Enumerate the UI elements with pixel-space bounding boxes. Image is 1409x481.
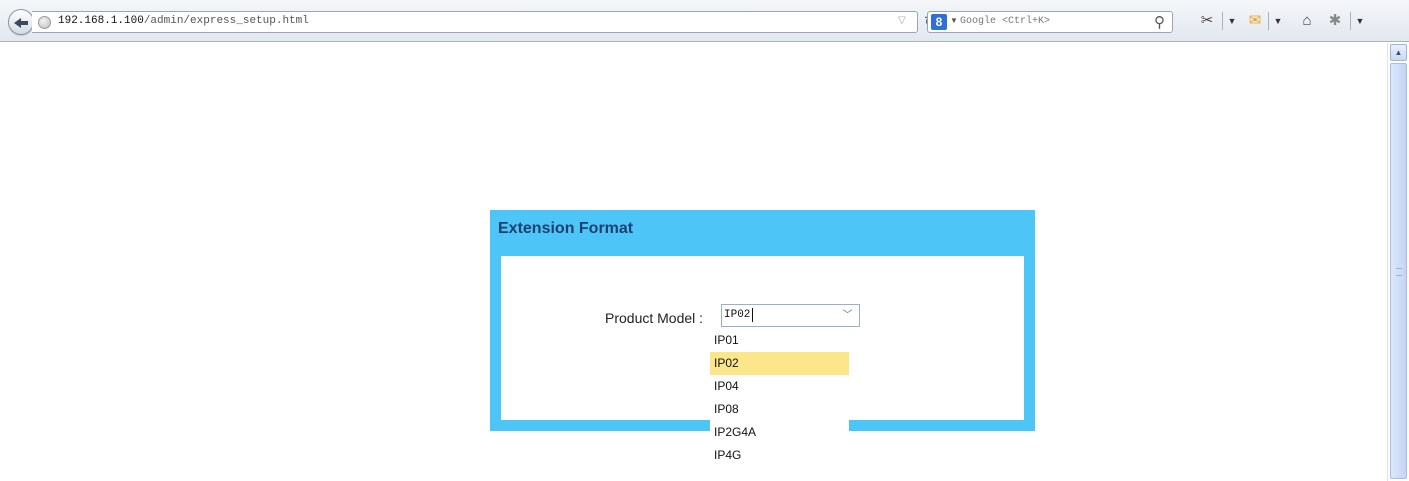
mail-icon[interactable]: ✉ — [1244, 11, 1266, 31]
url-path: /admin/express_setup.html — [143, 15, 309, 27]
dropdown-option[interactable]: IP01 — [710, 329, 849, 352]
screenshot-icon[interactable]: ✂ — [1197, 11, 1217, 31]
search-placeholder: Google <Ctrl+K> — [960, 16, 1051, 27]
google-icon[interactable]: 8 — [931, 14, 947, 30]
scroll-grip — [1396, 268, 1402, 276]
addon-icon[interactable]: ✱ — [1324, 11, 1346, 31]
search-bar[interactable]: 8 ▼ Google <Ctrl+K> ⚲ — [927, 11, 1173, 33]
panel-title: Extension Format — [498, 220, 634, 237]
url-host: 192.168.1.100 — [58, 15, 144, 27]
toolbar-separator — [1350, 12, 1351, 30]
product-model-label: Product Model : — [605, 310, 704, 326]
text-caret — [752, 308, 753, 322]
dropmark-icon[interactable]: ▽ — [898, 15, 906, 26]
home-icon[interactable]: ⌂ — [1296, 11, 1318, 31]
toolbar-separator — [1222, 12, 1223, 30]
vertical-scrollbar[interactable]: ▲ — [1387, 43, 1409, 481]
select-arrow-icon[interactable]: ﹀ — [839, 307, 856, 324]
dropdown-option-highlighted[interactable]: IP02 — [710, 352, 849, 375]
magnifier-icon[interactable]: ⚲ — [1154, 13, 1165, 31]
globe-icon — [38, 16, 51, 29]
address-bar[interactable]: 192.168.1.100/admin/express_setup.html ▽… — [32, 11, 937, 33]
product-model-value: IP02 — [724, 309, 751, 321]
scroll-up-icon[interactable]: ▲ — [1390, 44, 1407, 61]
toolbar-separator — [1268, 12, 1269, 30]
dropdown-option[interactable]: IP4G — [710, 444, 849, 467]
browser-toolbar: 192.168.1.100/admin/express_setup.html ▽… — [0, 0, 1409, 42]
address-text: 192.168.1.100/admin/express_setup.html — [58, 15, 309, 27]
dropdown-option[interactable]: IP2G4A — [710, 421, 849, 444]
search-engine-dropdown-icon[interactable]: ▼ — [950, 16, 958, 25]
scroll-thumb[interactable] — [1390, 63, 1407, 479]
menu-dropdown-icon[interactable]: ▼ — [1355, 11, 1365, 31]
dropdown-option[interactable]: IP08 — [710, 398, 849, 421]
mail-dropdown-icon[interactable]: ▼ — [1273, 11, 1283, 31]
product-model-dropdown[interactable]: IP01 IP02 IP04 IP08 IP2G4A IP4G — [710, 329, 849, 469]
back-button[interactable] — [8, 9, 34, 35]
screenshot-dropdown-icon[interactable]: ▼ — [1227, 11, 1237, 31]
dropdown-option[interactable]: IP04 — [710, 375, 849, 398]
product-model-select[interactable]: IP02 ﹀ — [721, 304, 860, 327]
